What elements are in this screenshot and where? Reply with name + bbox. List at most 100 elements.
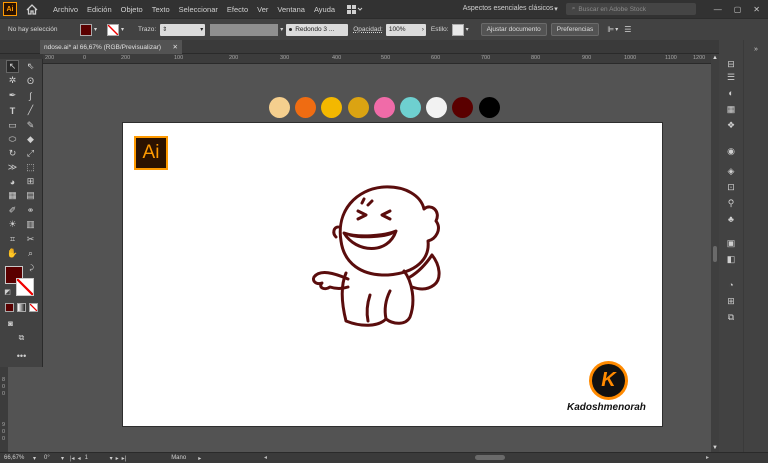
menu-panel-icon[interactable]: ☰ [724, 70, 738, 84]
perspective-grid-tool-icon[interactable]: ⊞ [24, 175, 37, 188]
magic-wand-tool-icon[interactable]: ✲ [6, 74, 19, 87]
character-illustration[interactable] [306, 181, 466, 331]
zoom-field[interactable]: 66,67% ▾ [4, 455, 36, 462]
stroke-color-swatch[interactable]: ▾ [107, 23, 124, 36]
brush-definition[interactable]: Redondo 3 ... [286, 23, 349, 36]
palette-swatch[interactable] [479, 97, 500, 118]
paintbrush-tool-icon[interactable]: ✎ [24, 119, 37, 132]
maximize-icon[interactable]: ▢ [734, 5, 742, 14]
hand-tool-icon[interactable]: ✋ [6, 247, 19, 260]
home-icon[interactable] [25, 3, 39, 15]
color-panel-icon[interactable]: ◐ [724, 86, 738, 100]
menu-efecto[interactable]: Efecto [227, 5, 248, 14]
scale-tool-icon[interactable]: ⤢ [24, 147, 37, 160]
screen-mode-icon[interactable]: ⧉ [15, 331, 28, 344]
next-artboard-icon[interactable]: ▸ [116, 455, 119, 462]
rotate-view-field[interactable]: 0° ▾ [44, 455, 64, 462]
menu-ventana[interactable]: Ventana [277, 5, 305, 14]
symbol-sprayer-tool-icon[interactable]: ☀ [6, 218, 19, 231]
artboard[interactable]: Ai K Kadoshmenorah [123, 123, 662, 426]
slice-tool-icon[interactable]: ✂ [24, 233, 37, 246]
palette-swatch[interactable] [426, 97, 447, 118]
curvature-tool-icon[interactable]: ∫ [24, 89, 37, 102]
artboard-number-field[interactable]: 1 ▾ [85, 455, 113, 462]
arrange-documents-icon[interactable] [347, 4, 363, 14]
minimize-icon[interactable]: — [714, 5, 722, 14]
rotate-tool-icon[interactable]: ↻ [6, 147, 19, 160]
last-artboard-icon[interactable]: ▸| [122, 455, 127, 462]
vertical-scroll-thumb[interactable] [713, 246, 717, 262]
zoom-tool-icon[interactable]: ⌕ [24, 247, 37, 260]
palette-swatch[interactable] [374, 97, 395, 118]
swatches-panel-icon[interactable]: ▦ [724, 102, 738, 116]
collapse-dock-icon[interactable]: » [749, 42, 763, 56]
status-menu-icon[interactable]: ▸ [198, 455, 201, 462]
scroll-left-icon[interactable]: ◂ [264, 454, 267, 461]
opacity-field[interactable]: 100% › [385, 23, 426, 36]
eyedropper-tool-icon[interactable]: ✐ [6, 204, 19, 217]
edit-toolbar-icon[interactable]: ••• [15, 349, 28, 362]
horizontal-scrollbar[interactable]: ◂ ▸ [262, 453, 711, 462]
adjust-document-button[interactable]: Ajustar documento [480, 23, 547, 36]
blend-tool-icon[interactable]: ⚭ [24, 204, 37, 217]
shaper-tool-icon[interactable]: ⬭ [6, 133, 19, 146]
graphic-styles-icon[interactable]: ◧ [724, 252, 738, 266]
none-mode-button[interactable] [29, 303, 38, 312]
pen-tool-icon[interactable]: ✒ [6, 89, 19, 102]
mesh-tool-icon[interactable]: ▦ [6, 189, 19, 202]
asset-export-icon[interactable]: ♣ [724, 212, 738, 226]
document-tab[interactable]: ndose.ai* al 66,67% (RGB/Previsualizar) … [40, 40, 182, 54]
palette-swatch[interactable] [321, 97, 342, 118]
stroke-weight-field[interactable]: ⇕ ▾ [160, 23, 206, 36]
ai-logo-badge[interactable]: Ai [134, 136, 168, 170]
palette-swatch[interactable] [348, 97, 369, 118]
workspace-switcher[interactable]: Aspectos esenciales clásicos ▾ [463, 5, 558, 13]
menu-archivo[interactable]: Archivo [53, 5, 78, 14]
menu-texto[interactable]: Texto [152, 5, 170, 14]
adobe-stock-search[interactable]: ⌕ Buscar en Adobe Stock [565, 3, 696, 15]
palette-swatch[interactable] [295, 97, 316, 118]
transform-panel-icon[interactable]: ⧉ [724, 310, 738, 324]
fill-color-swatch[interactable]: ▾ [80, 23, 97, 36]
menu-edicion[interactable]: Edición [87, 5, 112, 14]
swap-colors-icon[interactable]: ⤸ [27, 264, 36, 273]
column-graph-tool-icon[interactable]: ▥ [24, 218, 37, 231]
draw-mode-icon[interactable]: ◙ [4, 317, 17, 330]
symbols-panel-icon[interactable]: ◉ [724, 144, 738, 158]
artboard-tool-icon[interactable]: ⌗ [6, 233, 19, 246]
palette-swatch[interactable] [400, 97, 421, 118]
menu-ayuda[interactable]: Ayuda [314, 5, 335, 14]
brushes-panel-icon[interactable]: ❖ [724, 118, 738, 132]
graphic-style-swatch[interactable] [451, 23, 464, 36]
layers-panel-icon[interactable]: ◈ [724, 164, 738, 178]
shape-builder-tool-icon[interactable]: ◕ [6, 175, 19, 188]
gradient-tool-icon[interactable]: ▤ [24, 189, 37, 202]
scroll-down-icon[interactable]: ▼ [712, 445, 718, 451]
transparency-panel-icon[interactable]: ◔ [724, 278, 738, 292]
line-segment-tool-icon[interactable]: ╱ [24, 104, 37, 117]
stroke-swatch-none[interactable] [107, 23, 120, 36]
preferences-button[interactable]: Preferencias [550, 23, 600, 36]
horizontal-scroll-thumb[interactable] [475, 455, 505, 460]
free-transform-tool-icon[interactable]: ⬚ [24, 161, 37, 174]
type-tool-icon[interactable]: T [6, 104, 19, 117]
appearance-panel-icon[interactable]: ▣ [724, 236, 738, 250]
rectangle-tool-icon[interactable]: ▭ [6, 119, 19, 132]
lasso-tool-icon[interactable]: ʘ [24, 74, 37, 87]
panel-menu-icon[interactable]: ☰ [624, 25, 631, 34]
gradient-mode-button[interactable] [17, 303, 26, 312]
horizontal-ruler[interactable]: 200 0 200 100 200 300 400 500 600 700 80… [43, 54, 711, 64]
palette-swatch[interactable] [452, 97, 473, 118]
close-tab-icon[interactable]: ✕ [173, 43, 178, 51]
menu-objeto[interactable]: Objeto [121, 5, 143, 14]
menu-ver[interactable]: Ver [257, 5, 268, 14]
menu-seleccionar[interactable]: Seleccionar [179, 5, 218, 14]
stroke-color-box[interactable] [16, 278, 34, 296]
variable-width-profile[interactable] [210, 23, 279, 36]
width-tool-icon[interactable]: ≫ [6, 161, 19, 174]
palette-swatch[interactable] [269, 97, 290, 118]
close-icon[interactable]: ✕ [753, 5, 760, 14]
color-mode-button[interactable] [5, 303, 14, 312]
vertical-ruler[interactable]: 8 0 0 9 0 0 [0, 367, 8, 452]
fill-swatch[interactable] [80, 23, 92, 36]
